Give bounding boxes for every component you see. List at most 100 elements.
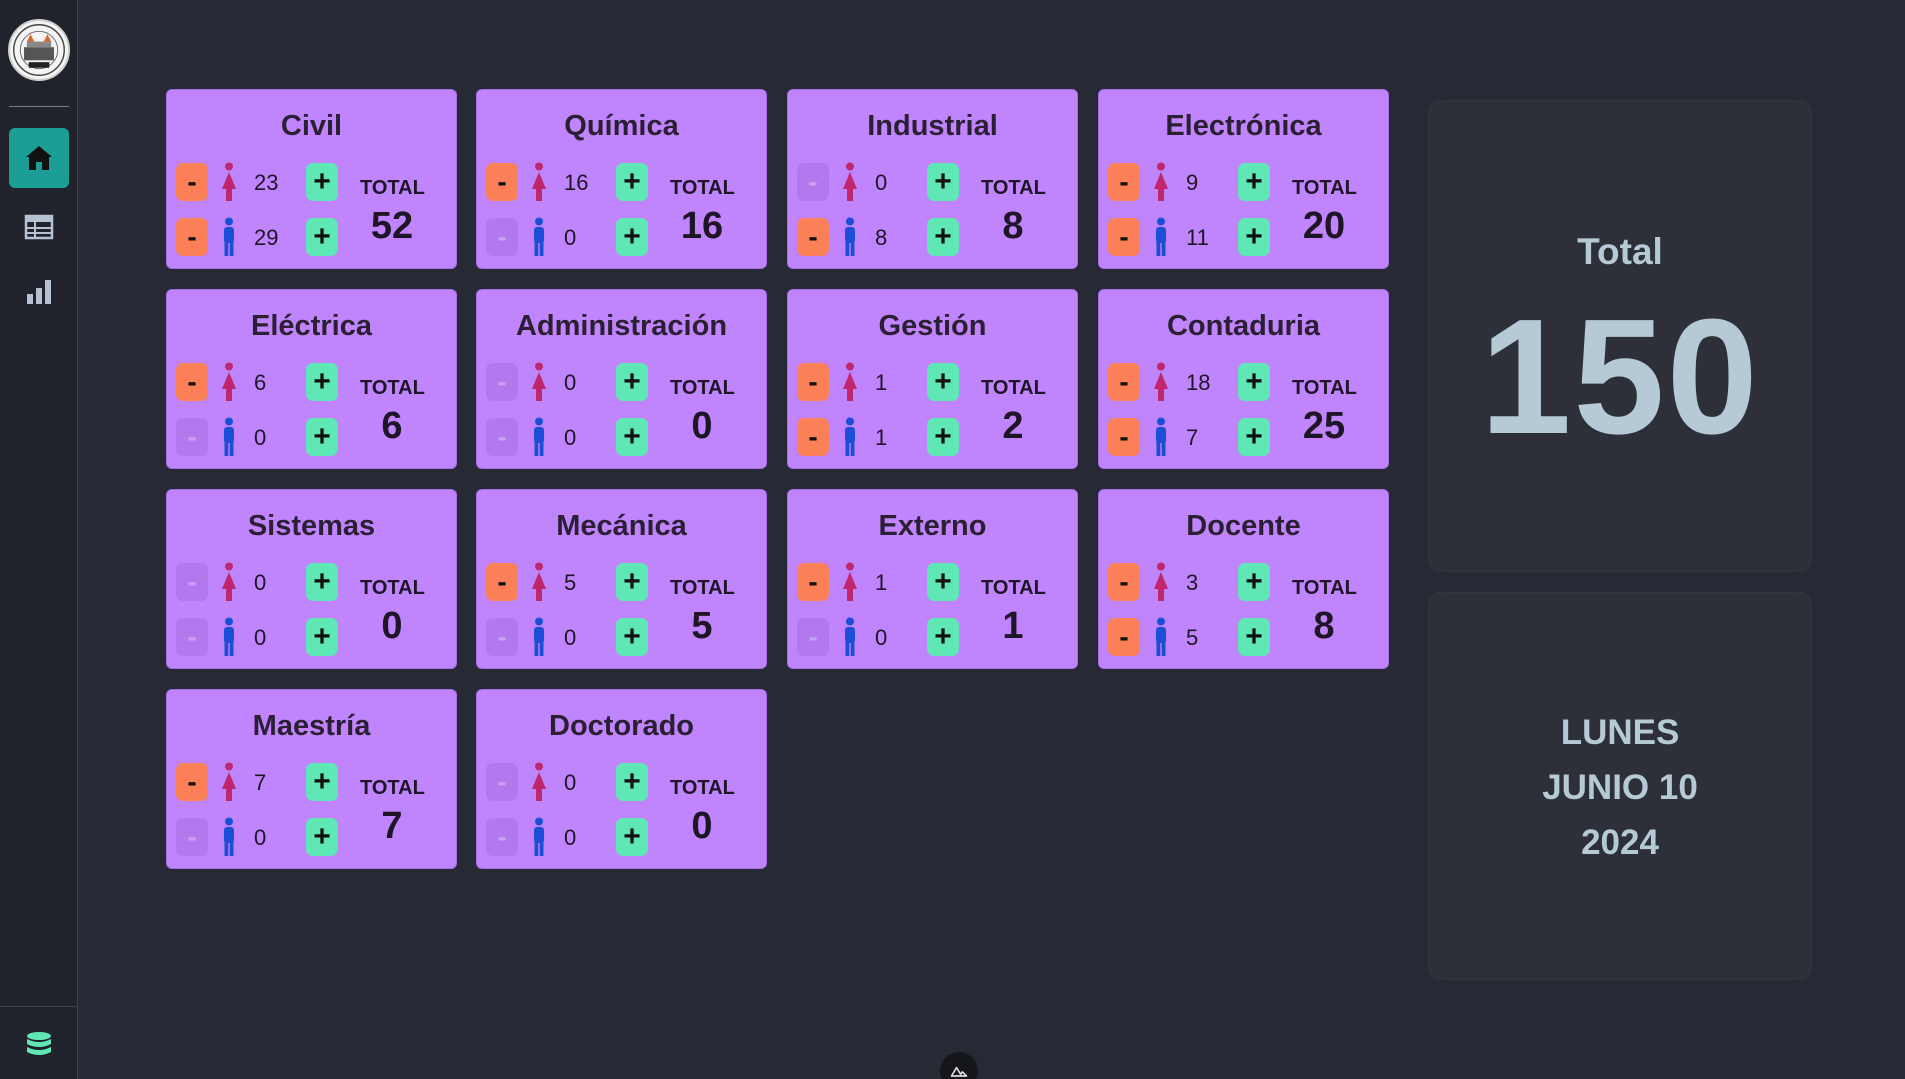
- decrement-women-button[interactable]: -: [797, 163, 829, 201]
- total-label: TOTAL: [360, 777, 425, 799]
- female-icon: [530, 562, 548, 602]
- decrement-women-button[interactable]: -: [176, 363, 208, 401]
- decrement-women-button[interactable]: -: [1108, 563, 1140, 601]
- female-icon: [220, 562, 238, 602]
- decrement-men-button[interactable]: -: [176, 218, 208, 256]
- men-count: 29: [254, 225, 279, 250]
- decrement-women-button[interactable]: -: [797, 563, 829, 601]
- men-count: 0: [875, 625, 888, 650]
- increment-women-button[interactable]: +: [616, 563, 648, 601]
- decrement-women-button[interactable]: -: [1108, 163, 1140, 201]
- decrement-women-button[interactable]: -: [176, 163, 208, 201]
- decrement-men-button[interactable]: -: [1108, 618, 1140, 656]
- increment-men-button[interactable]: +: [616, 218, 648, 256]
- increment-men-button[interactable]: +: [927, 218, 959, 256]
- decrement-men-button[interactable]: -: [797, 218, 829, 256]
- database-icon: [27, 1032, 51, 1055]
- men-count: 7: [1186, 425, 1199, 450]
- male-icon: [220, 417, 238, 457]
- decrement-men-button[interactable]: -: [176, 818, 208, 856]
- increment-men-button[interactable]: +: [927, 618, 959, 656]
- men-count: 0: [564, 825, 577, 850]
- career-card: Química - 16 + - 0 + TOTAL 16: [476, 89, 767, 269]
- increment-women-button[interactable]: +: [306, 763, 338, 801]
- women-count: 7: [254, 770, 267, 795]
- decrement-men-button[interactable]: -: [1108, 418, 1140, 456]
- female-icon: [1152, 362, 1170, 402]
- increment-men-button[interactable]: +: [1238, 418, 1270, 456]
- footer-logo[interactable]: [940, 1052, 978, 1079]
- career-card: Mecánica - 5 + - 0 + TOTAL 5: [476, 489, 767, 669]
- female-icon: [530, 362, 548, 402]
- increment-men-button[interactable]: +: [1238, 218, 1270, 256]
- increment-women-button[interactable]: +: [616, 163, 648, 201]
- career-title: Maestría: [252, 710, 371, 742]
- decrement-men-button[interactable]: -: [486, 818, 518, 856]
- male-icon: [841, 217, 859, 257]
- increment-men-button[interactable]: +: [306, 618, 338, 656]
- decrement-women-button[interactable]: -: [176, 763, 208, 801]
- increment-men-button[interactable]: +: [616, 818, 648, 856]
- career-title: Administración: [515, 310, 728, 342]
- career-total: 2: [1002, 405, 1024, 447]
- decrement-women-button[interactable]: -: [176, 563, 208, 601]
- career-total: 0: [691, 805, 713, 847]
- increment-men-button[interactable]: +: [616, 618, 648, 656]
- decrement-women-button[interactable]: -: [1108, 363, 1140, 401]
- decrement-men-button[interactable]: -: [486, 418, 518, 456]
- men-count: 0: [564, 425, 577, 450]
- increment-women-button[interactable]: +: [927, 563, 959, 601]
- table-icon: [24, 214, 54, 240]
- decrement-men-button[interactable]: -: [797, 618, 829, 656]
- total-label: TOTAL: [360, 577, 425, 599]
- career-card: Sistemas - 0 + - 0 + TOTAL 0: [166, 489, 457, 669]
- career-title: Eléctrica: [251, 310, 372, 342]
- decrement-women-button[interactable]: -: [486, 563, 518, 601]
- decrement-men-button[interactable]: -: [797, 418, 829, 456]
- men-count: 0: [254, 825, 267, 850]
- nav-chart-button[interactable]: [9, 262, 69, 322]
- career-title: Química: [564, 110, 679, 142]
- women-count: 9: [1186, 170, 1199, 195]
- increment-women-button[interactable]: +: [616, 763, 648, 801]
- total-label: TOTAL: [1292, 177, 1357, 199]
- database-button[interactable]: [20, 1026, 58, 1064]
- increment-men-button[interactable]: +: [306, 218, 338, 256]
- increment-women-button[interactable]: +: [616, 363, 648, 401]
- increment-men-button[interactable]: +: [1238, 618, 1270, 656]
- male-icon: [1152, 617, 1170, 657]
- sidebar: [0, 0, 78, 1079]
- increment-women-button[interactable]: +: [1238, 363, 1270, 401]
- female-icon: [220, 162, 238, 202]
- decrement-men-button[interactable]: -: [1108, 218, 1140, 256]
- decrement-women-button[interactable]: -: [486, 363, 518, 401]
- increment-women-button[interactable]: +: [1238, 563, 1270, 601]
- decrement-men-button[interactable]: -: [486, 618, 518, 656]
- career-title: Docente: [1186, 510, 1301, 542]
- decrement-women-button[interactable]: -: [486, 763, 518, 801]
- decrement-men-button[interactable]: -: [486, 218, 518, 256]
- female-icon: [1152, 162, 1170, 202]
- increment-men-button[interactable]: +: [306, 818, 338, 856]
- increment-women-button[interactable]: +: [1238, 163, 1270, 201]
- increment-women-button[interactable]: +: [306, 363, 338, 401]
- decrement-women-button[interactable]: -: [797, 363, 829, 401]
- decrement-women-button[interactable]: -: [486, 163, 518, 201]
- men-count: 8: [875, 225, 888, 250]
- men-count: 0: [254, 425, 267, 450]
- app-logo[interactable]: [8, 19, 70, 81]
- increment-women-button[interactable]: +: [927, 363, 959, 401]
- male-icon: [220, 617, 238, 657]
- nav-home-button[interactable]: [9, 128, 69, 188]
- career-total: 5: [691, 605, 713, 647]
- increment-women-button[interactable]: +: [306, 163, 338, 201]
- increment-men-button[interactable]: +: [616, 418, 648, 456]
- women-count: 1: [875, 370, 888, 395]
- increment-men-button[interactable]: +: [927, 418, 959, 456]
- decrement-men-button[interactable]: -: [176, 418, 208, 456]
- increment-women-button[interactable]: +: [306, 563, 338, 601]
- increment-men-button[interactable]: +: [306, 418, 338, 456]
- nav-table-button[interactable]: [9, 197, 69, 257]
- increment-women-button[interactable]: +: [927, 163, 959, 201]
- decrement-men-button[interactable]: -: [176, 618, 208, 656]
